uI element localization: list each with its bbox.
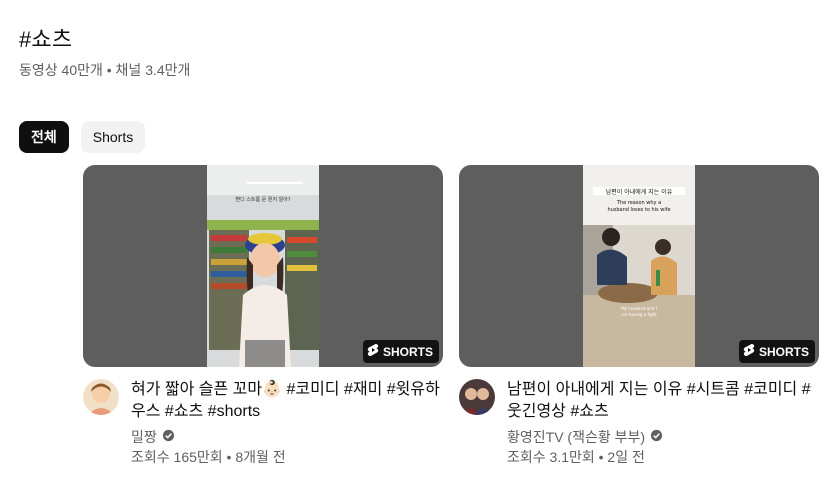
- svg-text:The reason why a: The reason why a: [616, 200, 661, 206]
- video-card[interactable]: 뻔디 스트롬 문 뭔지 알아? SHORTS 혀가 짧아 슬픈 꼬마👶🏻 #코미…: [83, 165, 443, 467]
- shorts-badge-label: SHORTS: [758, 344, 809, 359]
- svg-text:husband loses to his wife: husband loses to his wife: [607, 207, 670, 213]
- channel-row: 밀짱: [131, 427, 443, 447]
- svg-text:My husband and I: My husband and I: [621, 306, 657, 311]
- verified-icon: [162, 427, 175, 447]
- video-thumbnail[interactable]: 남편이 아내에게 지는 이유 The reason why a husband …: [459, 165, 819, 367]
- video-card[interactable]: 남편이 아내에게 지는 이유 The reason why a husband …: [459, 165, 819, 467]
- chip-shorts[interactable]: Shorts: [80, 121, 146, 153]
- video-thumbnail[interactable]: 뻔디 스트롬 문 뭔지 알아? SHORTS: [83, 165, 443, 367]
- video-title[interactable]: 남편이 아내에게 지는 이유 #시트콤 #코미디 #웃긴영상 #쇼츠: [507, 379, 819, 423]
- shorts-icon: [367, 343, 379, 360]
- thumbnail-image: 뻔디 스트롬 문 뭔지 알아?: [207, 165, 319, 367]
- video-title[interactable]: 혀가 짧아 슬픈 꼬마👶🏻 #코미디 #재미 #윗유하우스 #쇼츠 #short…: [131, 379, 443, 423]
- shorts-badge-label: SHORTS: [382, 344, 433, 359]
- view-count: 조회수 3.1만회 • 2일 전: [507, 449, 645, 465]
- hashtag-stats: 동영상 40만개 • 채널 3.4만개: [19, 62, 191, 78]
- shorts-badge: SHORTS: [738, 340, 815, 363]
- page-title: #쇼츠: [19, 27, 73, 52]
- channel-avatar[interactable]: [459, 379, 495, 415]
- thumbnail-image: 남편이 아내에게 지는 이유 The reason why a husband …: [583, 165, 695, 367]
- view-count: 조회수 165만회 • 8개월 전: [131, 449, 286, 465]
- filter-chips: 전체 Shorts: [19, 121, 146, 153]
- svg-text:남편이 아내에게 지는 이유: 남편이 아내에게 지는 이유: [606, 188, 673, 196]
- svg-text:뻔디 스트롬 문 뭔지 알아?: 뻔디 스트롬 문 뭔지 알아?: [235, 196, 290, 203]
- shorts-badge: SHORTS: [362, 340, 439, 363]
- channel-row: 황영진TV (잭슨황 부부): [507, 427, 819, 447]
- shorts-icon: [743, 343, 755, 360]
- channel-avatar[interactable]: [83, 379, 119, 415]
- channel-name[interactable]: 황영진TV (잭슨황 부부): [507, 427, 645, 447]
- chip-all[interactable]: 전체: [19, 121, 69, 153]
- verified-icon: [650, 427, 663, 447]
- svg-text:are having a fight: are having a fight: [621, 312, 657, 317]
- channel-name[interactable]: 밀짱: [131, 427, 157, 447]
